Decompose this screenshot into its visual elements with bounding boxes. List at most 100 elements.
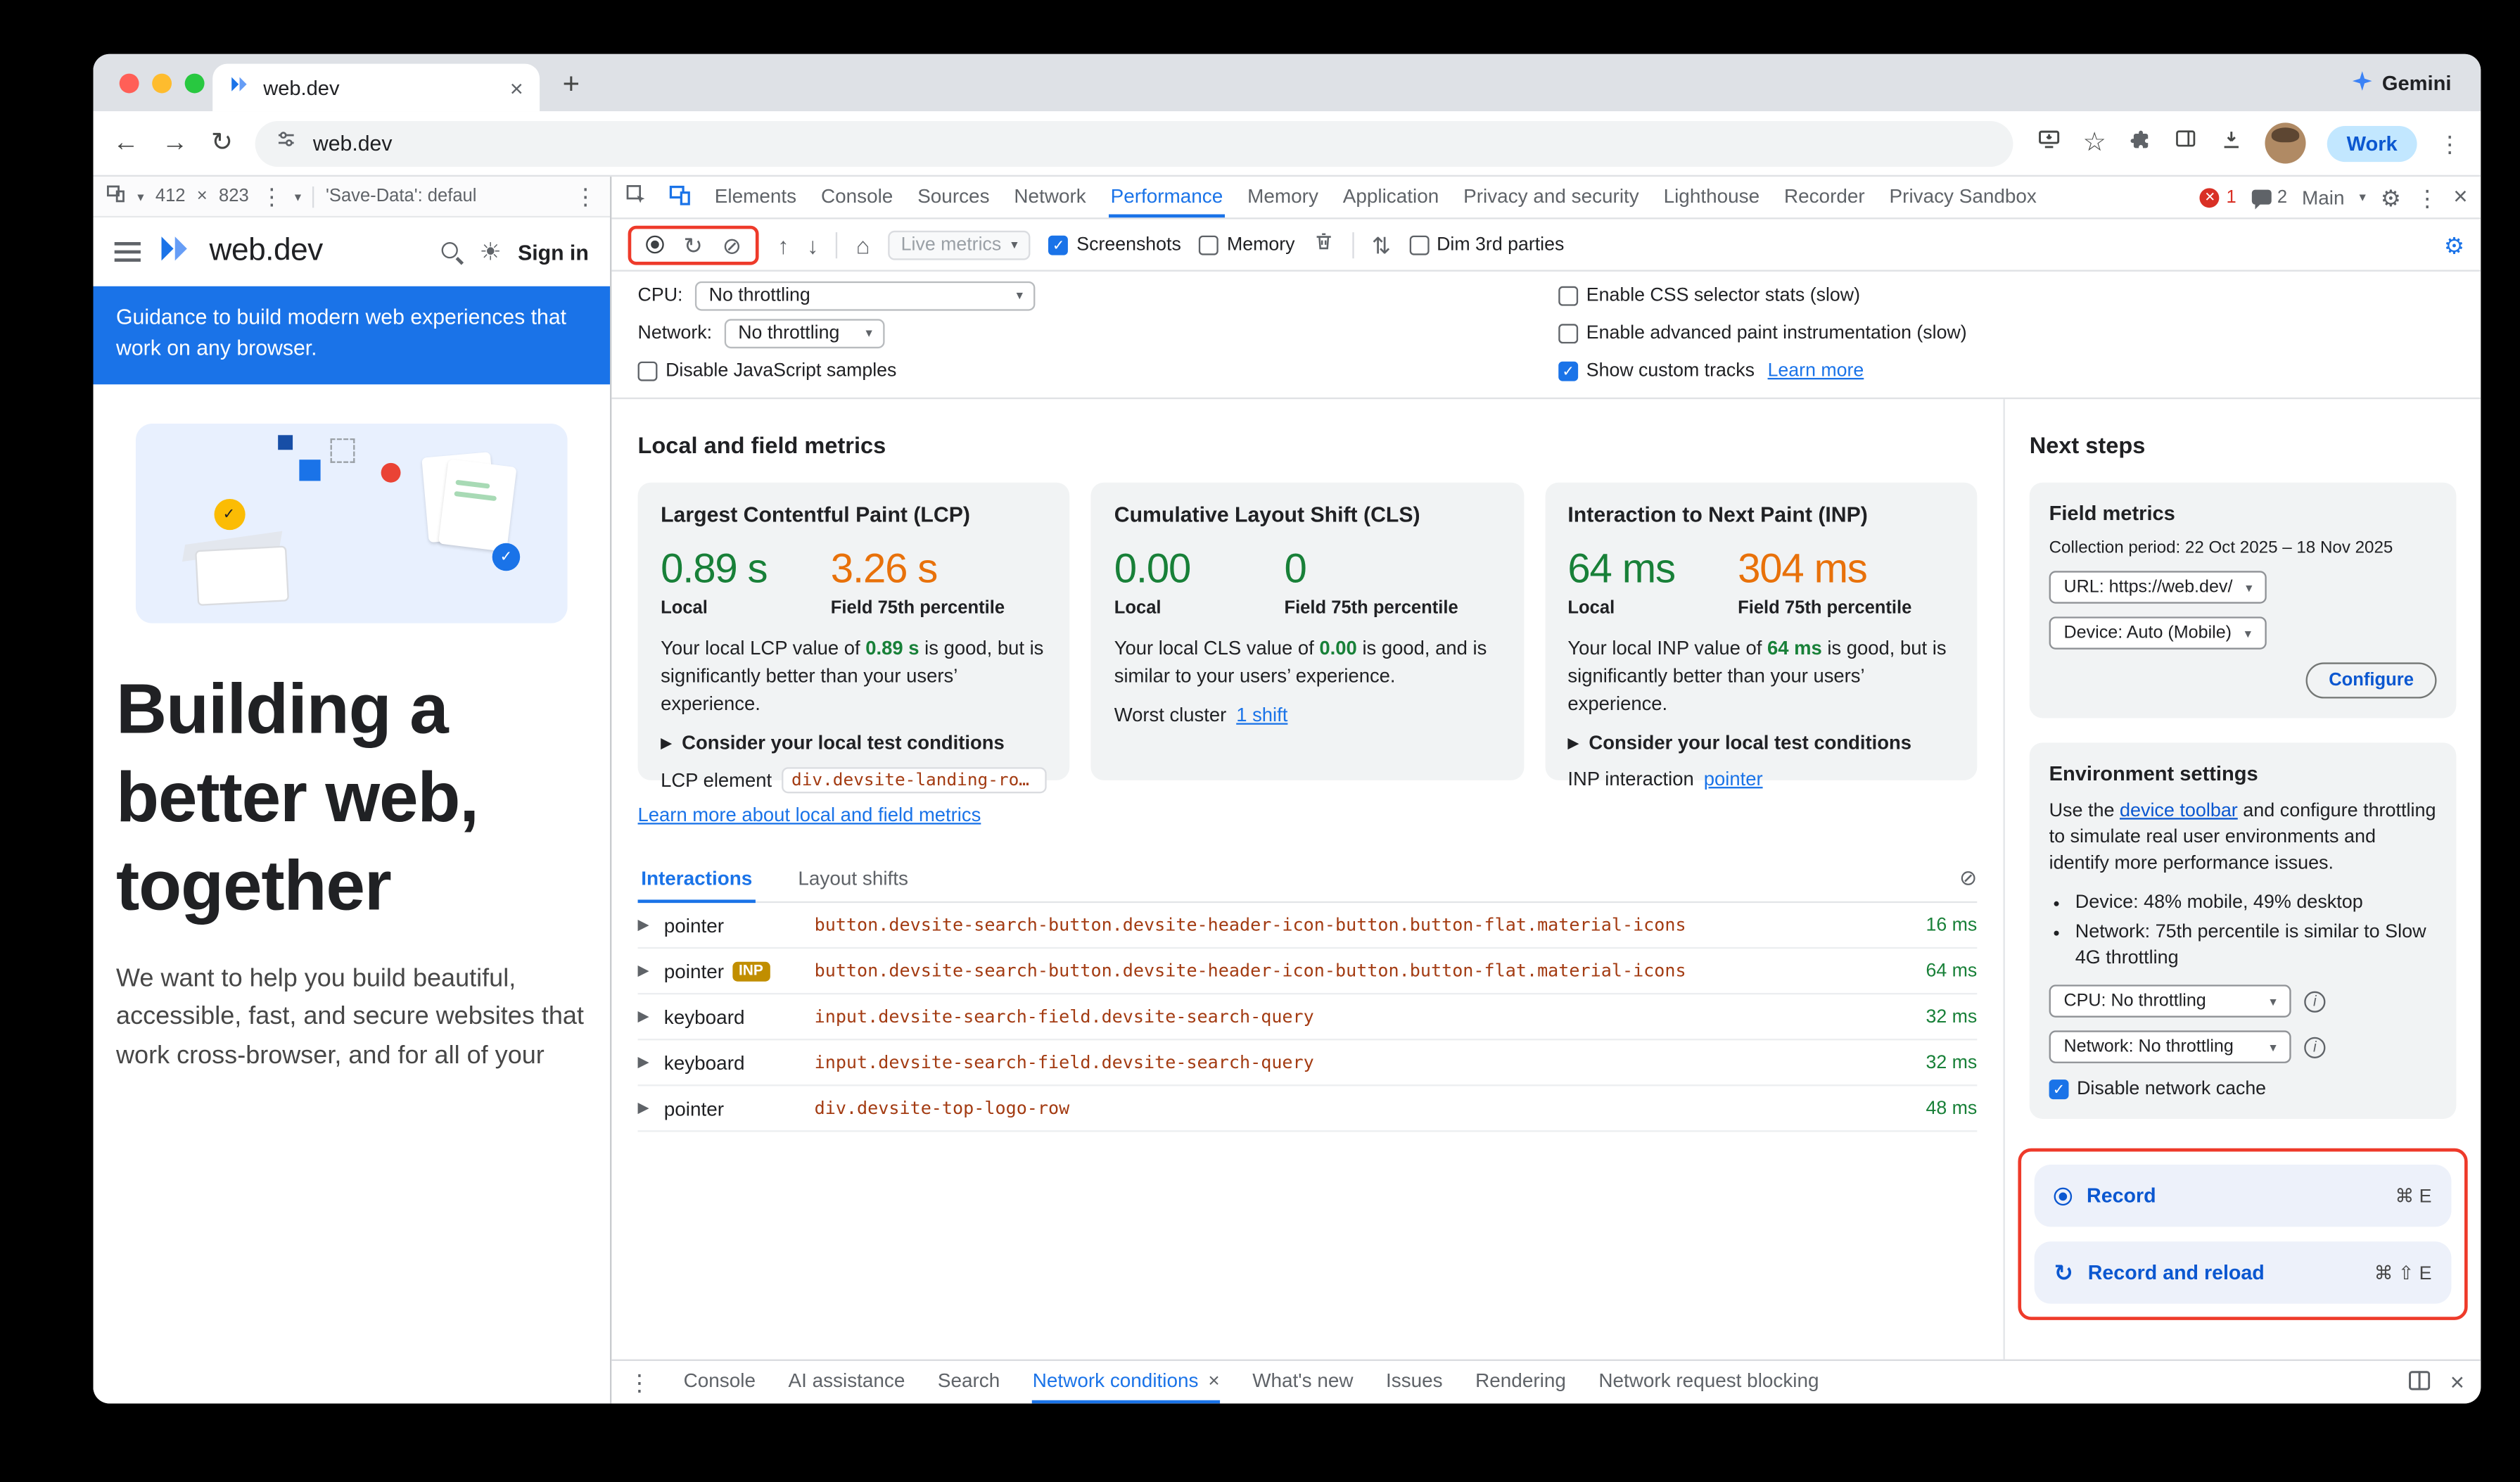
history-select[interactable]: Live metrics ▾ (888, 230, 1031, 260)
live-metrics-home-icon[interactable]: ⌂ (856, 233, 870, 256)
new-tab-button[interactable]: + (563, 69, 580, 99)
row-expand-caret-icon[interactable]: ▶ (638, 916, 664, 935)
network-info-icon[interactable]: i (2304, 1037, 2325, 1058)
tab-application[interactable]: Application (1341, 177, 1440, 217)
avatar[interactable] (2265, 122, 2305, 163)
error-count[interactable]: 1 (2227, 187, 2236, 207)
tab-close-icon[interactable]: × (510, 76, 523, 99)
tab-console[interactable]: Console (820, 177, 895, 217)
drawer-tab-close-icon[interactable]: × (1208, 1369, 1219, 1393)
forward-button[interactable]: → (162, 130, 188, 156)
devtools-settings-gear-icon[interactable]: ⚙ (2381, 186, 2401, 209)
field-device-select[interactable]: Device: Auto (Mobile) ▾ (2049, 616, 2266, 649)
disable-js-checkbox-box[interactable]: ✓ (638, 361, 658, 381)
configure-button[interactable]: Configure (2306, 662, 2437, 698)
memory-checkbox-box[interactable]: ✓ (1199, 235, 1218, 255)
side-panel-icon[interactable] (2173, 127, 2198, 158)
device-toolbar-menu-kebab-icon[interactable]: ⋮ (574, 185, 597, 208)
device-dims-kebab-icon[interactable]: ⋮ (260, 185, 284, 208)
custom-tracks-checkbox[interactable]: ✓ Show custom tracks (1558, 361, 1755, 381)
tab-privacy-sandbox[interactable]: Privacy Sandbox (1888, 177, 2038, 217)
site-logo-text[interactable]: web.dev (210, 234, 323, 270)
drawer-close-icon[interactable]: × (2450, 1370, 2464, 1395)
context-selector[interactable]: Main (2302, 186, 2344, 209)
cpu-info-icon[interactable]: i (2304, 991, 2325, 1012)
downloads-icon[interactable] (2219, 127, 2244, 159)
record-reload-button-sidebar[interactable]: ↻ Record and reload ⌘ ⇧ E (2035, 1242, 2452, 1304)
responsive-mode-dropdown[interactable]: ▾ (137, 189, 144, 203)
screenshots-checkbox-box[interactable]: ✓ (1049, 235, 1069, 255)
zoom-dropdown[interactable]: ▾ (295, 189, 301, 203)
row-expand-caret-icon[interactable]: ▶ (638, 1008, 664, 1026)
clear-interactions-icon[interactable]: ⊘ (1959, 866, 1977, 892)
css-stats-checkbox-box[interactable]: ✓ (1558, 286, 1578, 305)
load-profile-icon[interactable]: ↑ (777, 233, 789, 256)
tab-performance[interactable]: Performance (1109, 177, 1224, 217)
field-url-select[interactable]: URL: https://web.dev/ ▾ (2049, 571, 2267, 603)
webdev-logo-icon[interactable] (157, 230, 193, 274)
site-info-icon[interactable] (275, 127, 298, 158)
url-bar[interactable]: web.dev (256, 120, 2013, 166)
save-profile-icon[interactable]: ↓ (807, 233, 818, 256)
interaction-row[interactable]: ▶ keyboard input.devsite-search-field.de… (638, 994, 1978, 1040)
error-badge-icon[interactable]: ✕ (2200, 187, 2220, 207)
hamburger-menu-icon[interactable] (115, 251, 141, 254)
perf-settings-gear-icon[interactable]: ⚙ (2444, 233, 2464, 256)
drawer-tab-search[interactable]: Search (938, 1361, 1000, 1403)
extensions-puzzle-icon[interactable] (2127, 127, 2152, 159)
memory-checkbox[interactable]: ✓ Memory (1199, 235, 1294, 255)
devtools-close-icon[interactable]: × (2453, 185, 2467, 210)
drawer-menu-kebab-icon[interactable]: ⋮ (628, 1371, 651, 1394)
lcp-test-conditions-expander[interactable]: ▶ Consider your local test conditions (661, 732, 1047, 755)
inspect-element-icon[interactable] (625, 183, 648, 211)
message-count[interactable]: 2 (2277, 187, 2287, 207)
gemini-button[interactable]: Gemini (2351, 70, 2452, 96)
tab-lighthouse[interactable]: Lighthouse (1662, 177, 1761, 217)
theme-toggle-icon[interactable]: ☀ (480, 240, 502, 265)
dim-3rd-parties-checkbox[interactable]: ✓ Dim 3rd parties (1409, 235, 1565, 255)
device-toolbar-toggle-icon[interactable] (669, 184, 692, 210)
tab-elements[interactable]: Elements (713, 177, 798, 217)
profile-chip[interactable]: Work (2327, 125, 2417, 161)
responsive-mode-icon[interactable] (106, 185, 126, 208)
back-button[interactable]: ← (113, 130, 139, 156)
window-zoom-button[interactable] (185, 74, 205, 94)
cls-shift-link[interactable]: 1 shift (1236, 702, 1287, 726)
row-expand-caret-icon[interactable]: ▶ (638, 1099, 664, 1117)
garbage-collect-icon[interactable] (1313, 230, 1334, 260)
viewport-width-input[interactable]: 412 (155, 186, 186, 206)
interaction-row[interactable]: ▶ pointerINP button.devsite-search-butto… (638, 949, 1978, 994)
paint-checkbox-box[interactable]: ✓ (1558, 323, 1578, 343)
tab-interactions[interactable]: Interactions (638, 856, 756, 903)
row-expand-caret-icon[interactable]: ▶ (638, 1053, 664, 1072)
clear-button[interactable]: ⊘ (723, 233, 742, 256)
viewport-height-input[interactable]: 823 (219, 186, 249, 206)
drawer-tab-whats-new[interactable]: What's new (1252, 1361, 1353, 1403)
tab-privacy-security[interactable]: Privacy and security (1462, 177, 1641, 217)
interaction-row[interactable]: ▶ pointer div.devsite-top-logo-row 48 ms (638, 1086, 1978, 1132)
save-data-dropdown[interactable]: 'Save-Data': defaul (326, 186, 476, 206)
disable-network-cache-checkbox[interactable]: ✓ Disable network cache (2049, 1080, 2437, 1100)
sign-in-button[interactable]: Sign in (518, 240, 589, 265)
disable-js-samples-checkbox[interactable]: ✓ Disable JavaScript samples (638, 361, 897, 381)
network-throttle-select[interactable]: No throttling ▾ (725, 318, 886, 348)
search-icon[interactable] (442, 241, 463, 262)
reload-button[interactable]: ↻ (211, 130, 233, 156)
drawer-tab-issues[interactable]: Issues (1386, 1361, 1443, 1403)
tab-layout-shifts[interactable]: Layout shifts (795, 856, 912, 903)
env-cpu-select[interactable]: CPU: No throttling ▾ (2049, 985, 2291, 1018)
drawer-tab-rendering[interactable]: Rendering (1475, 1361, 1566, 1403)
inp-test-conditions-expander[interactable]: ▶ Consider your local test conditions (1567, 732, 1954, 755)
interaction-row[interactable]: ▶ keyboard input.devsite-search-field.de… (638, 1040, 1978, 1086)
drawer-tab-network-request-blocking[interactable]: Network request blocking (1598, 1361, 1819, 1403)
split-panel-icon[interactable] (2410, 1370, 2431, 1395)
tab-memory[interactable]: Memory (1246, 177, 1320, 217)
drawer-tab-network-conditions[interactable]: Network conditions × (1033, 1361, 1220, 1403)
bookmark-star-icon[interactable]: ☆ (2083, 130, 2106, 156)
custom-tracks-learn-more-link[interactable]: Learn more (1768, 361, 1864, 381)
window-close-button[interactable] (120, 74, 139, 94)
screenshots-checkbox[interactable]: ✓ Screenshots (1049, 235, 1181, 255)
env-network-select[interactable]: Network: No throttling ▾ (2049, 1031, 2291, 1063)
drawer-tab-console[interactable]: Console (684, 1361, 756, 1403)
tab-recorder[interactable]: Recorder (1783, 177, 1866, 217)
